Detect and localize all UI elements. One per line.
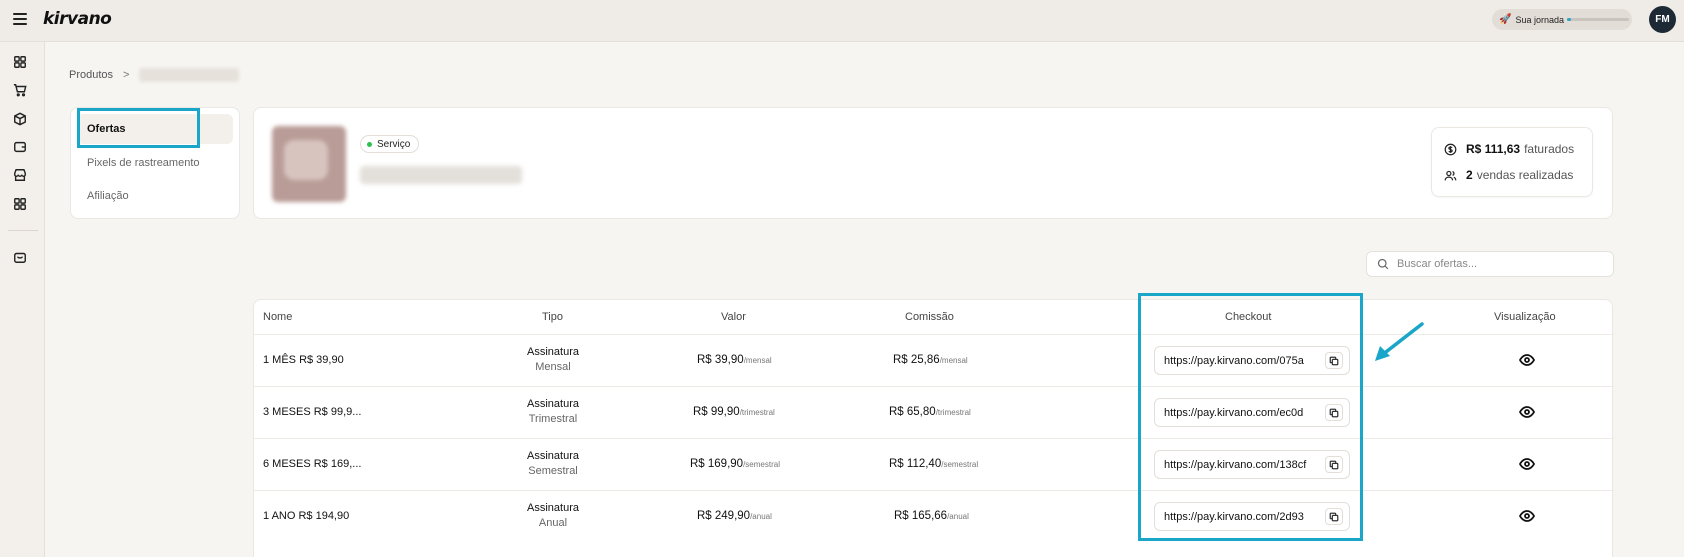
offer-period: Semestral xyxy=(528,465,578,477)
wallet-icon[interactable] xyxy=(12,139,28,155)
offer-price-suffix: /mensal xyxy=(743,356,772,365)
header-nome: Nome xyxy=(263,311,293,323)
offer-commission-value: R$ 25,86 xyxy=(893,354,940,366)
offer-price-value: R$ 39,90 xyxy=(697,354,744,366)
offer-type-label: Assinatura xyxy=(527,450,579,462)
sales-stats: R$ 111,63 faturados 2 vendas realizadas xyxy=(1431,127,1593,197)
apps-icon[interactable] xyxy=(12,196,28,212)
table-row: 6 MESES R$ 169,... Assinatura Semestral … xyxy=(254,438,1614,490)
annotation-box-checkout xyxy=(1138,293,1363,541)
sales-value: 2 xyxy=(1466,168,1473,182)
left-nav-rail xyxy=(0,42,45,557)
offer-price-suffix: /anual xyxy=(750,512,772,521)
offer-price-suffix: /semestral xyxy=(743,460,780,469)
sales-stat: 2 vendas realizadas xyxy=(1444,168,1573,182)
product-thumbnail-redacted xyxy=(272,126,346,202)
annotation-arrow-icon xyxy=(1375,322,1424,361)
offer-period: Trimestral xyxy=(528,413,578,425)
offer-period: Anual xyxy=(538,517,568,529)
hamburger-menu-icon[interactable] xyxy=(13,13,27,25)
search-input[interactable] xyxy=(1397,258,1597,270)
offer-commission: R$ 165,66/anual xyxy=(894,510,969,522)
status-dot xyxy=(367,141,372,147)
store-icon[interactable] xyxy=(12,167,28,183)
journey-progress-bar xyxy=(1567,18,1629,21)
eye-icon[interactable] xyxy=(1518,509,1536,523)
offer-commission-suffix: /mensal xyxy=(939,356,968,365)
offer-price-value: R$ 169,90 xyxy=(690,458,744,470)
offer-price: R$ 99,90/trimestral xyxy=(693,406,775,418)
offer-commission: R$ 65,80/trimestral xyxy=(889,406,971,418)
offer-commission-value: R$ 165,66 xyxy=(894,510,948,522)
offer-type: Assinatura Trimestral xyxy=(493,397,613,427)
offer-name: 1 ANO R$ 194,90 xyxy=(263,510,350,522)
annotation-box-ofertas xyxy=(77,108,200,148)
rail-divider xyxy=(8,230,38,231)
status-badge: Serviço xyxy=(360,135,420,153)
header-comissao: Comissão xyxy=(905,311,954,323)
offer-price: R$ 39,90/mensal xyxy=(697,354,772,366)
offer-name: 3 MESES R$ 99,9... xyxy=(263,406,362,418)
offer-price: R$ 169,90/semestral xyxy=(690,458,780,470)
offer-price-value: R$ 99,90 xyxy=(693,406,740,418)
table-row: 1 ANO R$ 194,90 Assinatura Anual R$ 249,… xyxy=(254,490,1614,542)
breadcrumb-product-redacted[interactable] xyxy=(139,68,240,82)
product-summary-card: Serviço R$ 111,63 faturados 2 vendas rea… xyxy=(253,107,1613,219)
top-bar: kirvano 🚀 Sua jornada FM xyxy=(0,0,1684,42)
table-row: 3 MESES R$ 99,9... Assinatura Trimestral… xyxy=(254,386,1614,438)
revenue-label: faturados xyxy=(1524,142,1575,156)
offer-commission-value: R$ 65,80 xyxy=(889,406,936,418)
rocket-icon: 🚀 xyxy=(1499,14,1512,25)
shopping-bag-icon[interactable] xyxy=(12,249,28,265)
eye-icon[interactable] xyxy=(1518,457,1536,471)
offer-name: 1 MÊS R$ 39,90 xyxy=(263,354,344,366)
eye-icon[interactable] xyxy=(1518,353,1536,367)
cart-icon[interactable] xyxy=(12,82,28,98)
breadcrumb-produtos[interactable]: Produtos xyxy=(69,69,113,81)
status-badge-label: Serviço xyxy=(377,138,411,150)
header-valor: Valor xyxy=(721,311,746,323)
offer-type: Assinatura Semestral xyxy=(493,449,613,479)
offer-type-label: Assinatura xyxy=(527,502,579,514)
revenue-stat: R$ 111,63 faturados xyxy=(1444,142,1574,156)
dashboard-icon[interactable] xyxy=(12,54,28,70)
box-icon[interactable] xyxy=(6,105,34,133)
offer-commission-value: R$ 112,40 xyxy=(889,458,942,470)
search-icon xyxy=(1377,258,1389,270)
offer-commission-suffix: /trimestral xyxy=(935,408,971,417)
breadcrumb: Produtos > xyxy=(69,68,240,82)
sales-label: vendas realizadas xyxy=(1476,168,1574,182)
users-icon xyxy=(1444,170,1457,180)
breadcrumb-separator: > xyxy=(123,69,130,81)
offer-name: 6 MESES R$ 169,... xyxy=(263,458,362,470)
header-visualizacao: Visualização xyxy=(1494,311,1556,323)
offer-type-label: Assinatura xyxy=(527,398,579,410)
search-offers[interactable] xyxy=(1366,251,1614,277)
journey-progress[interactable]: 🚀 Sua jornada xyxy=(1492,9,1632,30)
header-tipo: Tipo xyxy=(542,311,563,323)
user-avatar[interactable]: FM xyxy=(1649,6,1676,33)
offer-price: R$ 249,90/anual xyxy=(697,510,772,522)
offer-price-value: R$ 249,90 xyxy=(697,510,751,522)
journey-label: Sua jornada xyxy=(1515,14,1564,25)
product-name-redacted xyxy=(360,166,522,184)
dollar-circle-icon xyxy=(1444,143,1457,155)
offer-commission: R$ 25,86/mensal xyxy=(893,354,968,366)
offer-commission-suffix: /semestral xyxy=(941,460,979,469)
revenue-value: R$ 111,63 xyxy=(1466,142,1521,156)
offer-price-suffix: /trimestral xyxy=(739,408,775,417)
offer-commission-suffix: /anual xyxy=(947,512,969,521)
menu-item-afiliacao[interactable]: Afiliação xyxy=(77,181,233,211)
offer-commission: R$ 112,40/semestral xyxy=(889,458,978,470)
offer-type: Assinatura Anual xyxy=(493,501,613,531)
eye-icon[interactable] xyxy=(1518,405,1536,419)
kirvano-logo[interactable]: kirvano xyxy=(43,9,112,29)
offer-type-label: Assinatura xyxy=(527,346,579,358)
menu-item-pixels[interactable]: Pixels de rastreamento xyxy=(77,148,233,178)
offer-period: Mensal xyxy=(535,361,571,373)
offer-type: Assinatura Mensal xyxy=(493,345,613,375)
